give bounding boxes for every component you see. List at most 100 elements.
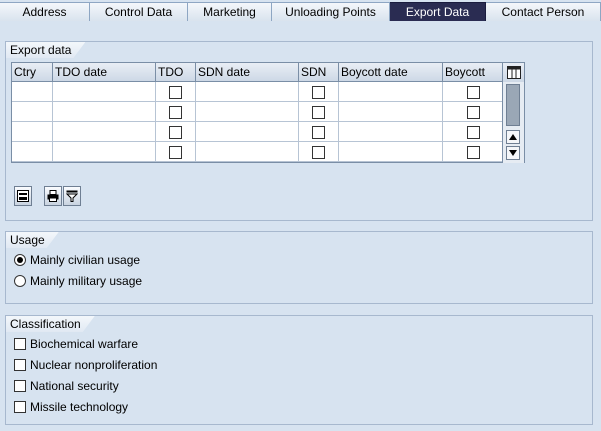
radio-button[interactable] [14, 275, 26, 287]
tab-label: Unloading Points [285, 5, 376, 19]
boycott-checkbox[interactable] [466, 125, 480, 139]
checkbox-label: Biochemical warfare [30, 337, 139, 351]
checkbox[interactable] [14, 338, 26, 350]
tab-contact-person[interactable]: Contact Person [486, 2, 601, 21]
arrow-up-icon [509, 134, 517, 140]
column-header-boycott-date[interactable]: Boycott date [339, 63, 443, 82]
sdn-checkbox[interactable] [312, 145, 325, 159]
boycott-date-cell[interactable] [339, 122, 443, 142]
sdn-date-cell[interactable] [196, 82, 299, 102]
arrow-down-icon [509, 150, 517, 156]
checkbox-national-security[interactable]: National security [14, 378, 119, 394]
column-header-boycott[interactable]: Boycott [443, 63, 504, 82]
tdo-checkbox[interactable] [169, 105, 182, 119]
table-settings-icon [506, 66, 521, 79]
group-title: Classification [6, 316, 95, 332]
table-header: Ctry TDO date TDO SDN date SDN Boycott d… [12, 63, 524, 82]
sdn-cell [299, 142, 339, 162]
radio-military-usage[interactable]: Mainly military usage [14, 273, 142, 289]
boycott-cell [443, 102, 504, 122]
column-header-sdn-date[interactable]: SDN date [196, 63, 299, 82]
details-icon [17, 190, 29, 202]
tab-label: Marketing [203, 5, 256, 19]
checkbox[interactable] [14, 401, 26, 413]
tdo-cell [156, 122, 196, 142]
radio-label: Mainly civilian usage [30, 253, 141, 267]
sdn-cell [299, 122, 339, 142]
boycott-cell [443, 142, 504, 162]
tdo-cell [156, 102, 196, 122]
checkbox-missile-technology[interactable]: Missile technology [14, 399, 128, 415]
sdn-cell [299, 102, 339, 122]
checkbox-biochemical-warfare[interactable]: Biochemical warfare [14, 336, 138, 352]
tab-marketing[interactable]: Marketing [188, 2, 272, 21]
print-button[interactable] [44, 186, 62, 206]
sdn-cell [299, 82, 339, 102]
group-title: Usage [6, 232, 59, 248]
scroll-down-button[interactable] [506, 146, 520, 160]
radio-civilian-usage[interactable]: Mainly civilian usage [14, 252, 140, 268]
table-row [12, 122, 504, 142]
tdo-date-cell[interactable] [53, 122, 156, 142]
table-row [12, 82, 504, 102]
boycott-cell [443, 82, 504, 102]
country-cell[interactable] [12, 82, 53, 102]
column-header-tdo-date[interactable]: TDO date [53, 63, 156, 82]
checkbox-label: National security [30, 379, 119, 393]
table-row [12, 102, 504, 122]
group-title: Export data [6, 42, 85, 58]
tdo-date-cell[interactable] [53, 142, 156, 162]
tdo-date-cell[interactable] [53, 102, 156, 122]
tab-label: Export Data [405, 5, 470, 19]
tdo-date-cell[interactable] [53, 82, 156, 102]
checkbox-label: Nuclear nonproliferation [30, 358, 158, 372]
boycott-checkbox[interactable] [466, 85, 480, 99]
sdn-date-cell[interactable] [196, 122, 299, 142]
tab-strip: Address Control Data Marketing Unloading… [0, 0, 601, 21]
export-data-table: Ctry TDO date TDO SDN date SDN Boycott d… [11, 62, 525, 163]
table-vertical-scrollbar[interactable] [502, 82, 524, 163]
tab-address[interactable]: Address [0, 2, 90, 21]
country-cell[interactable] [12, 142, 53, 162]
column-header-tdo[interactable]: TDO [156, 63, 196, 82]
tab-label: Control Data [104, 5, 173, 19]
tdo-checkbox[interactable] [169, 85, 182, 99]
tab-unloading-points[interactable]: Unloading Points [272, 2, 390, 21]
filter-button[interactable] [63, 186, 81, 206]
tab-export-data[interactable]: Export Data [390, 2, 486, 21]
sdn-date-cell[interactable] [196, 142, 299, 162]
boycott-cell [443, 122, 504, 142]
checkbox-label: Missile technology [30, 400, 129, 414]
scroll-up-button[interactable] [506, 130, 520, 144]
boycott-checkbox[interactable] [466, 105, 480, 119]
country-cell[interactable] [12, 122, 53, 142]
sdn-checkbox[interactable] [312, 105, 325, 119]
checkbox[interactable] [14, 380, 26, 392]
checkbox[interactable] [14, 359, 26, 371]
tdo-checkbox[interactable] [169, 145, 182, 159]
boycott-date-cell[interactable] [339, 142, 443, 162]
boycott-date-cell[interactable] [339, 82, 443, 102]
table-settings-button[interactable] [502, 63, 524, 82]
tab-label: Address [22, 5, 67, 19]
column-header-ctry[interactable]: Ctry [12, 63, 53, 82]
table-details-button[interactable] [14, 186, 32, 206]
filter-icon [66, 190, 78, 202]
tab-control-data[interactable]: Control Data [90, 2, 188, 21]
radio-label: Mainly military usage [30, 274, 143, 288]
tdo-cell [156, 142, 196, 162]
scrollbar-thumb[interactable] [506, 84, 520, 126]
country-cell[interactable] [12, 102, 53, 122]
tab-label: Contact Person [501, 5, 585, 19]
boycott-checkbox[interactable] [466, 145, 480, 159]
boycott-date-cell[interactable] [339, 102, 443, 122]
sdn-checkbox[interactable] [312, 125, 325, 139]
column-header-sdn[interactable]: SDN [299, 63, 339, 82]
checkbox-nuclear-nonproliferation[interactable]: Nuclear nonproliferation [14, 357, 157, 373]
sdn-checkbox[interactable] [312, 85, 325, 99]
tdo-checkbox[interactable] [169, 125, 182, 139]
tdo-cell [156, 82, 196, 102]
radio-button-selected[interactable] [14, 254, 26, 266]
table-body [12, 82, 504, 162]
sdn-date-cell[interactable] [196, 102, 299, 122]
